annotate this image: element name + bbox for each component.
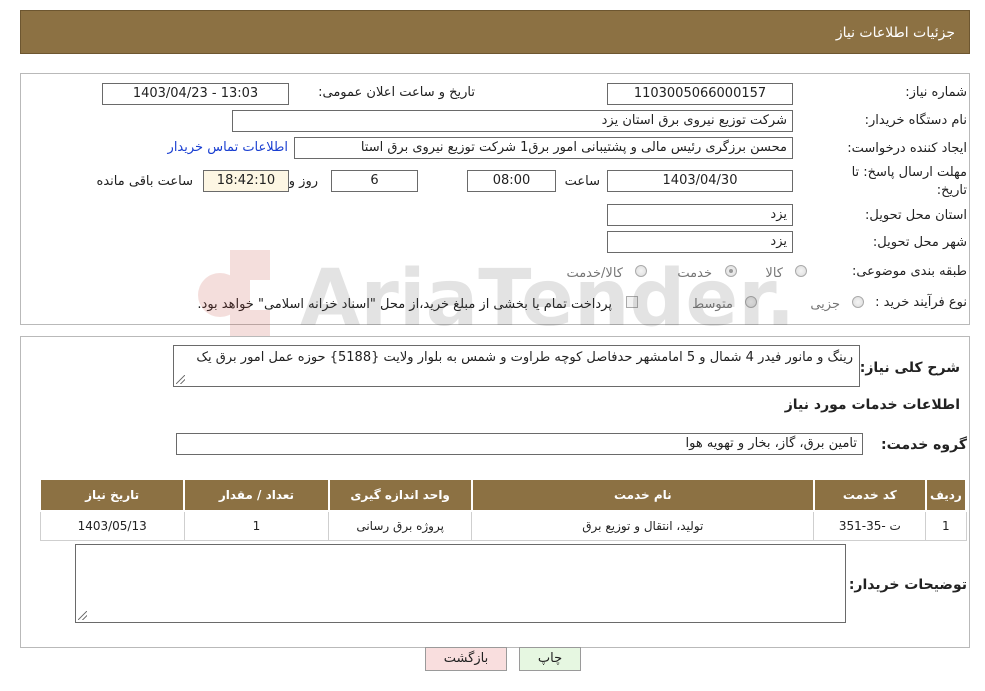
services-table: ردیف کد خدمت نام خدمت واحد اندازه گیری ت… [38,478,968,541]
need-description-label: شرح کلی نیاز: [859,360,960,376]
table-header-row: ردیف کد خدمت نام خدمت واحد اندازه گیری ت… [38,478,968,512]
need-number-label: شماره نیاز: [905,85,967,100]
city-label: شهر محل تحویل: [872,235,967,250]
category-service-label: خدمت [677,266,712,281]
category-goods-service-label: کالا/خدمت [566,266,623,281]
category-radio-goods-service[interactable] [635,265,647,277]
time-remaining-label: ساعت باقی مانده [96,174,193,189]
buyer-org-field: شرکت توزیع نیروی برق استان یزد [232,110,793,132]
col-row-number: ردیف [924,478,968,512]
col-unit: واحد اندازه گیری [327,478,473,512]
deadline-date-field: 1403/04/30 [607,170,793,192]
print-button[interactable]: چاپ [519,647,581,671]
category-radio-service[interactable] [725,265,737,277]
services-section-title: اطلاعات خدمات مورد نیاز [784,397,960,413]
service-group-field: تامین برق، گاز، بخار و تهویه هوا [176,433,863,455]
cell-service-code: ت -35-351 [813,510,927,541]
creator-field: محسن برزگری رئیس مالی و پشتیبانی امور بر… [294,137,793,159]
need-description-text: رینگ و مانور فیدر 4 شمال و 5 امامشهر حدف… [196,350,853,365]
days-label: روز و [288,174,318,189]
time-remaining-field: 18:42:10 [203,170,289,192]
announce-datetime-field: 1403/04/23 - 13:03 [102,83,289,105]
need-number-field: 1103005066000157 [607,83,793,105]
process-minor-label: جزیی [810,297,840,312]
page-header: جزئیات اطلاعات نیاز [20,10,970,54]
process-type-label: نوع فرآیند خرید : [875,295,967,310]
buyer-org-label: نام دستگاه خریدار: [864,113,967,128]
buyer-notes-field [75,544,846,623]
category-label: طبقه بندی موضوعی: [851,264,967,279]
cell-service-name: تولید، انتقال و توزیع برق [471,510,815,541]
buyer-notes-label: توضیحات خریدار: [848,577,967,593]
col-service-code: کد خدمت [812,478,927,512]
category-goods-label: کالا [765,266,783,281]
cell-quantity: 1 [183,510,330,541]
cell-need-date: 1403/05/13 [39,510,185,541]
buyer-contact-link[interactable]: اطلاعات تماس خریدار [168,140,288,155]
creator-label: ایجاد کننده درخواست: [847,141,967,156]
resize-handle-icon[interactable] [176,375,185,384]
deadline-label: مهلت ارسال پاسخ: تا [851,165,967,180]
province-field: یزد [607,204,793,226]
deadline-time-field: 08:00 [467,170,556,192]
need-description-field: رینگ و مانور فیدر 4 شمال و 5 امامشهر حدف… [173,345,860,387]
deadline-label-date: تاریخ: [936,183,967,198]
days-remaining-field: 6 [331,170,418,192]
announce-datetime-label: تاریخ و ساعت اعلان عمومی: [318,85,475,100]
col-quantity: تعداد / مقدار [183,478,330,512]
col-service-name: نام خدمت [470,478,815,512]
city-field: یزد [607,231,793,253]
col-need-date: تاریخ نیاز [38,478,186,512]
category-radio-goods[interactable] [795,265,807,277]
cell-unit: پروژه برق رسانی [328,510,473,541]
table-row: 1 ت -35-351 تولید، انتقال و توزیع برق پر… [39,510,967,541]
province-label: استان محل تحویل: [865,208,967,223]
process-medium-label: متوسط [692,297,733,312]
back-button[interactable]: بازگشت [425,647,507,671]
service-group-label: گروه خدمت: [881,437,967,453]
process-radio-medium[interactable] [745,296,757,308]
page-title: جزئیات اطلاعات نیاز [835,25,955,41]
treasury-payment-checkbox[interactable] [626,296,638,308]
deadline-time-label: ساعت [564,174,600,189]
resize-handle-icon[interactable] [78,611,87,620]
treasury-payment-note: پرداخت تمام یا بخشی از مبلغ خرید،از محل … [197,297,612,312]
cell-row-number: 1 [925,510,967,541]
process-radio-minor[interactable] [852,296,864,308]
